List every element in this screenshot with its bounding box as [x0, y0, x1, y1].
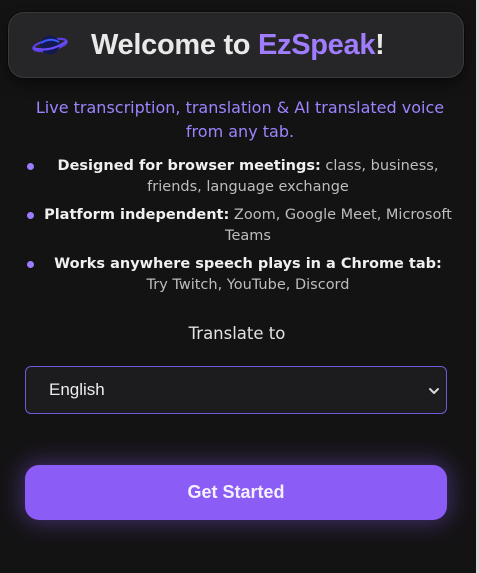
chevron-down-icon	[429, 388, 439, 394]
selected-language: English	[49, 380, 105, 399]
language-select[interactable]: English	[25, 366, 447, 414]
feature-text: Designed for browser meetings: class, bu…	[42, 156, 454, 198]
feature-heading: Designed for browser meetings:	[57, 158, 321, 174]
feature-text: Works anywhere speech plays in a Chrome …	[42, 254, 454, 296]
brand-name: EzSpeak	[257, 29, 376, 61]
list-item: Works anywhere speech plays in a Chrome …	[0, 254, 479, 296]
feature-heading: Platform independent:	[44, 207, 230, 223]
planet-logo-icon	[32, 35, 68, 55]
bullet-icon	[27, 163, 34, 170]
bullet-icon	[27, 212, 34, 219]
feature-detail: Zoom, Google Meet, Microsoft Teams	[225, 207, 452, 244]
list-item: Designed for browser meetings: class, bu…	[0, 156, 479, 198]
feature-text: Platform independent: Zoom, Google Meet,…	[42, 205, 454, 247]
feature-detail: Try Twitch, YouTube, Discord	[146, 277, 350, 293]
translate-label: Translate to	[188, 324, 286, 343]
list-item: Platform independent: Zoom, Google Meet,…	[0, 205, 479, 247]
ezspeak-welcome-panel: Welcome to EzSpeak! Live transcription, …	[0, 0, 479, 573]
title-suffix: !	[375, 29, 385, 61]
get-started-button[interactable]: Get Started	[25, 465, 447, 520]
page-title: Welcome to EzSpeak!	[91, 27, 385, 63]
title-prefix: Welcome to	[91, 29, 258, 61]
welcome-header: Welcome to EzSpeak!	[8, 12, 464, 78]
feature-heading: Works anywhere speech plays in a Chrome …	[54, 256, 442, 272]
tagline: Live transcription, translation & AI tra…	[35, 98, 445, 141]
bullet-icon	[27, 261, 34, 268]
